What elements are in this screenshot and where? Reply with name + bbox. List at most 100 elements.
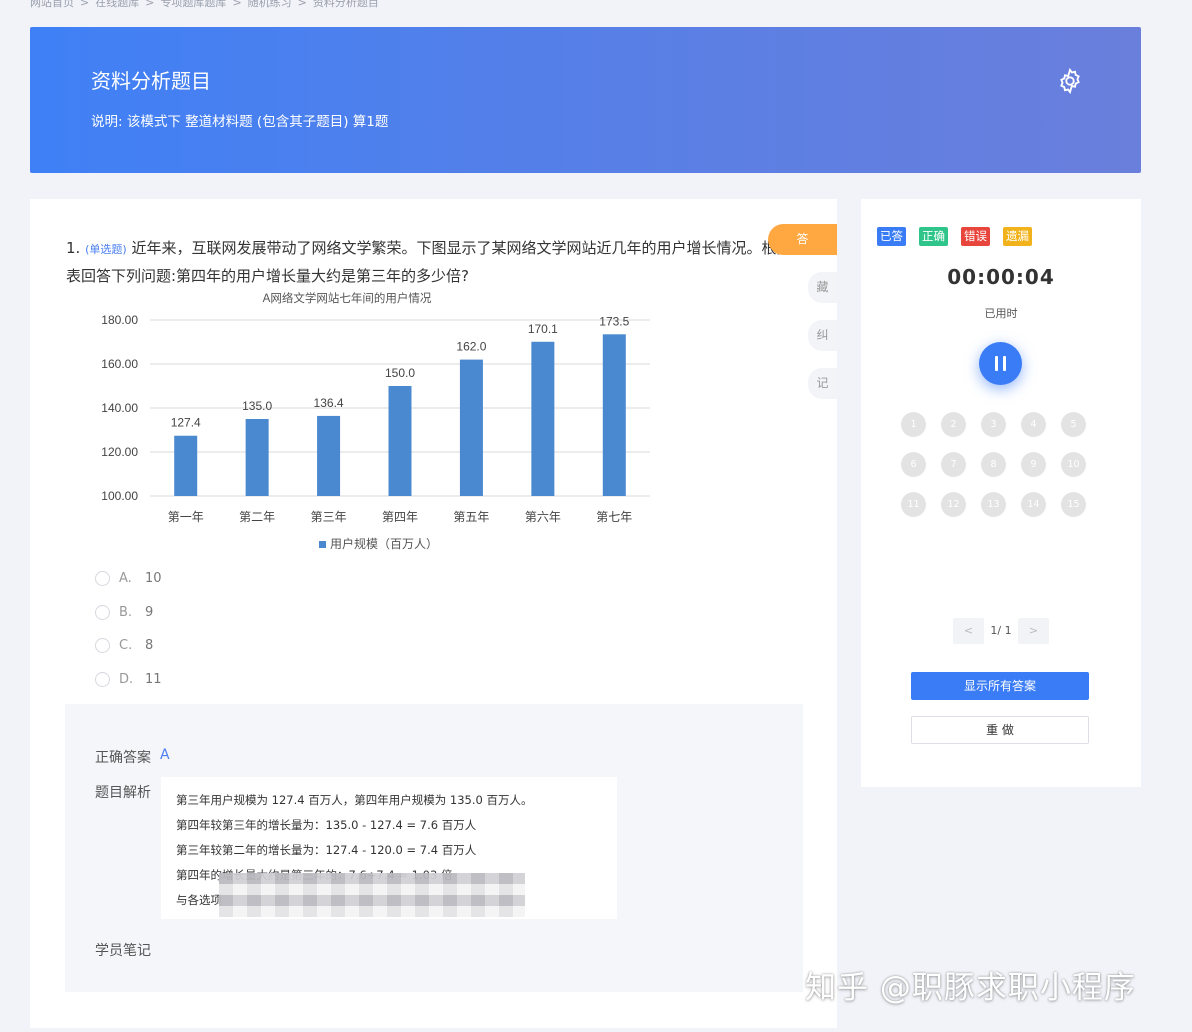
x-tick-label: 第一年 xyxy=(168,510,204,524)
radio-icon[interactable] xyxy=(95,604,110,620)
pager: < 1/ 1 > xyxy=(953,618,1049,644)
question-number-11[interactable]: 11 xyxy=(901,492,926,517)
tab-note[interactable]: 记 xyxy=(808,368,837,399)
x-tick-label: 第三年 xyxy=(311,510,347,524)
breadcrumb-special[interactable]: 专项题库题库 xyxy=(160,0,226,9)
radio-icon[interactable] xyxy=(95,671,110,687)
option-c[interactable]: C. 8 xyxy=(95,635,153,655)
breadcrumb-home[interactable]: 网站首页 xyxy=(30,0,74,9)
y-tick-label: 160.00 xyxy=(101,357,138,371)
option-a[interactable]: A. 10 xyxy=(95,568,162,588)
next-page-button[interactable]: > xyxy=(1018,618,1049,644)
breadcrumb-current: 资料分析题目 xyxy=(312,0,379,9)
x-tick-label: 第六年 xyxy=(525,510,561,524)
question-card: 1. (单选题) 近年来，互联网发展带动了网络文学繁荣。下图显示了某网络文学网站… xyxy=(30,199,837,1028)
page-description: 说明: 该模式下 整道材料题 (包含其子题目) 算1题 xyxy=(91,114,389,130)
question-type: (单选题) xyxy=(85,243,127,256)
question-number-7[interactable]: 7 xyxy=(941,452,966,477)
explanation-line: 第三年较第二年的增长量为：127.4 - 120.0 = 7.4 百万人 xyxy=(176,843,477,857)
question-stem: 1. (单选题) 近年来，互联网发展带动了网络文学繁荣。下图显示了某网络文学网站… xyxy=(66,235,786,289)
x-tick-label: 第二年 xyxy=(239,510,275,524)
breadcrumb-bank[interactable]: 在线题库 xyxy=(95,0,139,9)
gear-icon[interactable] xyxy=(1056,67,1084,95)
explanation-line: 第四年较第三年的增长量为：135.0 - 127.4 = 7.6 百万人 xyxy=(176,818,477,832)
question-text-line1: 近年来，互联网发展带动了网络文学繁荣。下图显示了某网络文学网站近几年的用户增长情… xyxy=(131,239,786,257)
tab-correct[interactable]: 纠 xyxy=(808,320,837,351)
bar-value-label: 135.0 xyxy=(242,399,272,413)
analysis-panel: 正确答案 A 题目解析 第三年用户规模为 127.4 百万人，第四年用户规模为 … xyxy=(65,704,803,992)
x-tick-label: 第七年 xyxy=(596,510,632,524)
watermark: 知乎 @职豚求职小程序 xyxy=(805,970,1136,1006)
chart-title: A网络文学网站七年间的用户情况 xyxy=(263,291,432,305)
timer-label: 已用时 xyxy=(984,307,1018,320)
bar-value-label: 150.0 xyxy=(385,366,415,380)
answer-label: 正确答案 xyxy=(95,750,151,766)
option-letter: C. xyxy=(119,637,133,653)
option-letter: D. xyxy=(119,671,134,687)
tag-answered: 已答 xyxy=(877,227,906,246)
pause-button[interactable] xyxy=(979,342,1022,385)
y-tick-label: 180.00 xyxy=(101,313,138,327)
tag-correct: 正确 xyxy=(919,227,948,246)
prev-page-button[interactable]: < xyxy=(953,618,984,644)
question-number-13[interactable]: 13 xyxy=(981,492,1006,517)
answer-sheet: 已答 正确 错误 遗漏 00:00:04 已用时 1 2 3 4 5 6 7 8 9 10 11 12… xyxy=(861,199,1141,787)
x-tick-label: 第五年 xyxy=(453,510,489,524)
answer-value: A xyxy=(160,747,170,763)
bar-chart: A网络文学网站七年间的用户情况 100.00 120.00 140.00 160.00… xyxy=(101,291,650,551)
chart-bar xyxy=(531,341,555,496)
question-number-5[interactable]: 5 xyxy=(1061,412,1086,437)
bar-value-label: 162.0 xyxy=(456,340,486,354)
question-number-8[interactable]: 8 xyxy=(981,452,1006,477)
page-banner: 资料分析题目 说明: 该模式下 整道材料题 (包含其子题目) 算1题 xyxy=(30,27,1141,173)
breadcrumb: 网站首页 > 在线题库 > 专项题库题库 > 随机练习 > 资料分析题目 xyxy=(30,0,379,10)
redo-button[interactable]: 重 做 xyxy=(911,716,1089,744)
option-d[interactable]: D. 11 xyxy=(95,669,162,689)
chart-bar xyxy=(245,419,269,496)
breadcrumb-random[interactable]: 随机练习 xyxy=(248,0,292,9)
chart-bar xyxy=(317,415,341,496)
tag-missed: 遗漏 xyxy=(1003,227,1032,246)
blurred-region-overlay xyxy=(219,873,525,917)
show-all-answers-button[interactable]: 显示所有答案 xyxy=(911,672,1089,700)
question-number-15[interactable]: 15 xyxy=(1061,492,1086,517)
option-letter: A. xyxy=(119,570,132,586)
option-value: 8 xyxy=(145,637,154,653)
legend-swatch xyxy=(319,541,326,548)
bar-value-label: 127.4 xyxy=(171,416,201,430)
page-title: 资料分析题目 xyxy=(91,69,211,93)
bar-value-label: 136.4 xyxy=(314,396,344,410)
question-number-2[interactable]: 2 xyxy=(941,412,966,437)
y-tick-label: 120.00 xyxy=(101,445,138,459)
explanation-label: 题目解析 xyxy=(95,785,151,801)
explanation-box: 第三年用户规模为 127.4 百万人，第四年用户规模为 135.0 百万人。 第… xyxy=(161,777,617,919)
bar-value-label: 173.5 xyxy=(599,314,629,328)
option-value: 10 xyxy=(145,570,162,586)
option-b[interactable]: B. 9 xyxy=(95,602,153,622)
question-number-6[interactable]: 6 xyxy=(901,452,926,477)
y-tick-label: 100.00 xyxy=(101,489,138,503)
question-number-9[interactable]: 9 xyxy=(1021,452,1046,477)
question-number-10[interactable]: 10 xyxy=(1061,452,1086,477)
radio-icon[interactable] xyxy=(95,637,110,653)
chart-legend: 用户规模（百万人） xyxy=(319,536,438,551)
explanation-line: 与各选项 xyxy=(176,893,222,907)
x-tick-label: 第四年 xyxy=(382,510,418,524)
option-value: 11 xyxy=(145,671,162,687)
notes-label: 学员笔记 xyxy=(95,943,151,959)
question-number: 1. xyxy=(66,239,81,257)
question-number-3[interactable]: 3 xyxy=(981,412,1006,437)
question-number-1[interactable]: 1 xyxy=(901,412,926,437)
question-number-14[interactable]: 14 xyxy=(1021,492,1046,517)
tab-answer[interactable]: 答 xyxy=(768,224,837,255)
timer: 00:00:04 xyxy=(947,265,1055,289)
bar-value-label: 170.1 xyxy=(528,322,558,336)
legend-label: 用户规模（百万人） xyxy=(330,536,438,551)
tag-wrong: 错误 xyxy=(961,227,990,246)
explanation-line: 第三年用户规模为 127.4 百万人，第四年用户规模为 135.0 百万人。 xyxy=(176,793,533,807)
tab-collect[interactable]: 藏 xyxy=(808,272,837,303)
chart-bar xyxy=(388,386,412,496)
question-number-4[interactable]: 4 xyxy=(1021,412,1046,437)
radio-icon[interactable] xyxy=(95,570,110,586)
question-number-12[interactable]: 12 xyxy=(941,492,966,517)
